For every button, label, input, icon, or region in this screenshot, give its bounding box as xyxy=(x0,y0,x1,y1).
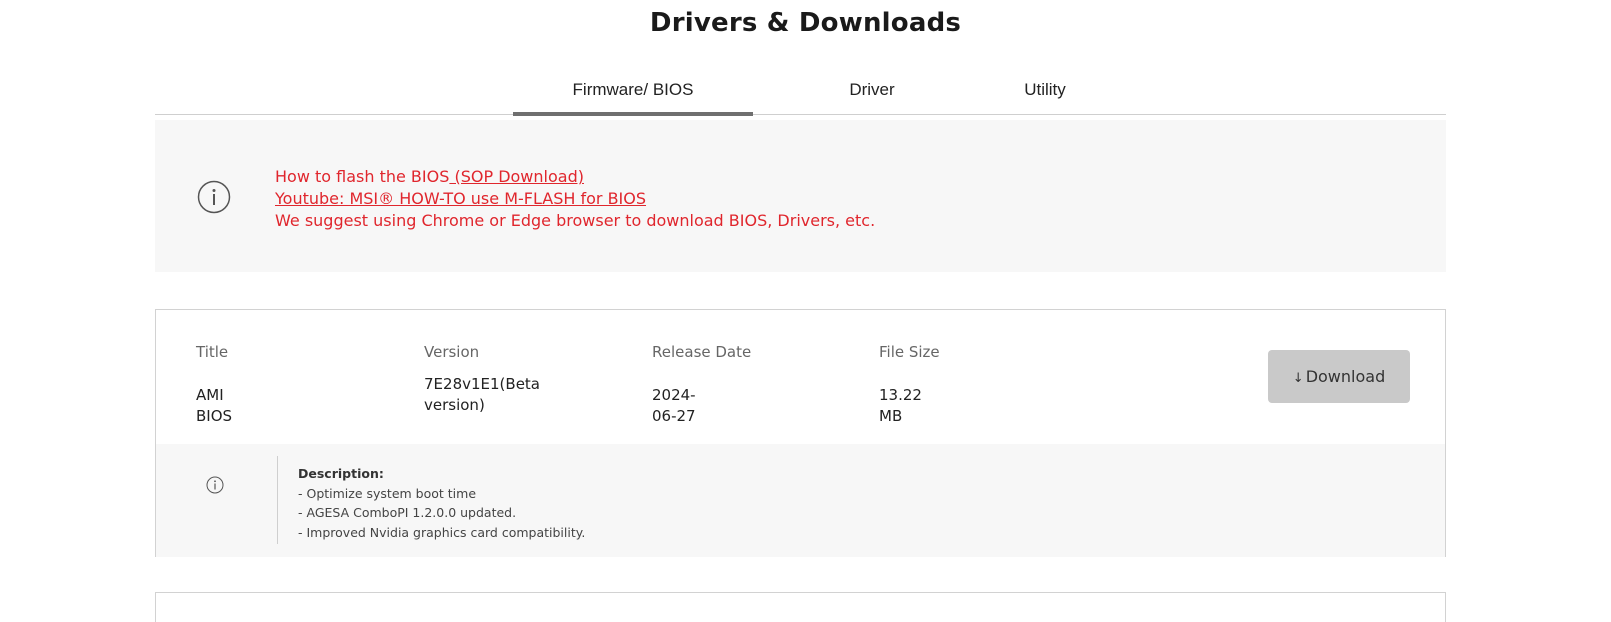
description-line: - AGESA ComboPI 1.2.0.0 updated. xyxy=(298,505,517,520)
description-title: Description: xyxy=(298,466,384,481)
description-text: Description: - Optimize system boot time… xyxy=(298,464,585,542)
file-size-value: 13.22 MB xyxy=(879,386,922,425)
download-button-label: Download xyxy=(1305,367,1386,386)
version-value: 7E28v1E1(Beta version) xyxy=(424,375,540,414)
file-size-header: File Size xyxy=(879,343,940,361)
description-line: - Improved Nvidia graphics card compatib… xyxy=(298,524,586,540)
bios-notice-panel: How to flash the BIOS (SOP Download) You… xyxy=(155,120,1446,272)
next-download-item-card xyxy=(155,592,1446,622)
notice-text: How to flash the BIOS (SOP Download) You… xyxy=(275,166,875,232)
page-title: Drivers & Downloads xyxy=(649,8,962,38)
notice-browser-suggestion: We suggest using Chrome or Edge browser … xyxy=(275,211,876,230)
download-item-card: Title AMI BIOS Version 7E28v1E1(Beta ver… xyxy=(155,309,1446,557)
info-circle-icon xyxy=(197,180,231,214)
release-date-header: Release Date xyxy=(652,343,752,361)
title-value: AMI BIOS xyxy=(196,386,233,425)
notice-flash-bios-text: How to flash the BIOS xyxy=(275,167,450,186)
description-divider xyxy=(277,456,278,544)
description-panel: Description: - Optimize system boot time… xyxy=(156,444,1445,557)
youtube-mflash-link[interactable]: Youtube: MSI® HOW-TO use M-FLASH for BIO… xyxy=(275,189,646,208)
tab-utility[interactable]: Utility xyxy=(981,64,1109,115)
download-button[interactable]: ↓ Download xyxy=(1268,350,1410,403)
sop-download-link[interactable]: (SOP Download) xyxy=(449,167,584,186)
notice-line-flash-bios: How to flash the BIOS (SOP Download) xyxy=(275,166,875,188)
download-arrow-icon: ↓ xyxy=(1292,371,1304,386)
title-header: Title xyxy=(196,343,229,361)
tab-driver[interactable]: Driver xyxy=(813,64,931,115)
download-tabs: Firmware/ BIOS Driver Utility xyxy=(155,64,1446,116)
description-line: - Optimize system boot time xyxy=(298,485,477,501)
release-date-value: 2024-06-27 xyxy=(652,386,696,425)
tab-firmware-bios[interactable]: Firmware/ BIOS xyxy=(513,64,753,116)
version-header: Version xyxy=(424,343,480,361)
info-circle-icon xyxy=(206,476,224,494)
